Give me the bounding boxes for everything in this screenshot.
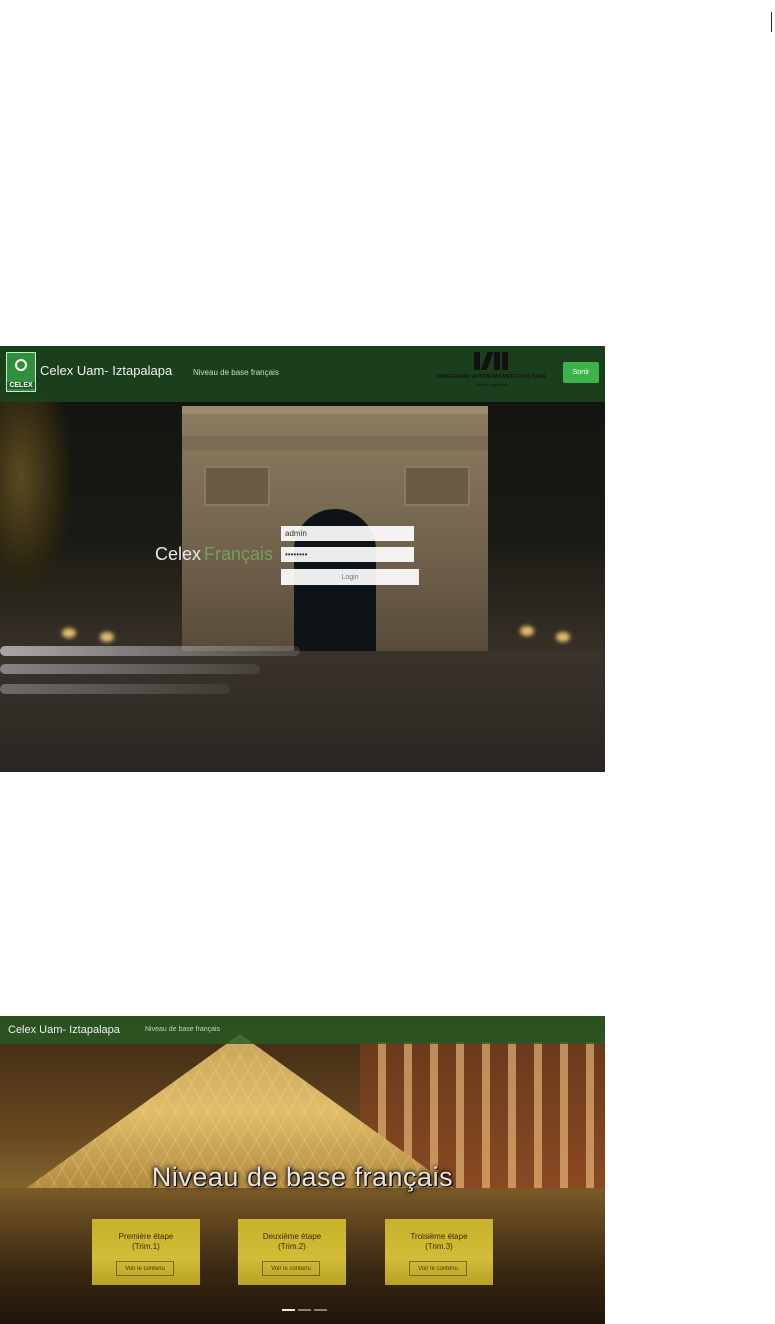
uam-logo-icon [474, 352, 508, 370]
hero-title: Niveau de base français [151, 1162, 454, 1192]
course-subtitle: Niveau de base français [193, 368, 279, 377]
exit-button[interactable]: Sortir [563, 362, 599, 383]
stage-subtitle: (Trim.1) [132, 1242, 160, 1251]
stage-card-1: Première étape (Trim.1) Voir le contenu [92, 1219, 200, 1285]
carousel-dot-3[interactable] [314, 1309, 327, 1311]
carousel-dot-1[interactable] [282, 1309, 295, 1311]
course-screenshot: Celex Uam- Iztapalapa Niveau de base fra… [0, 1016, 605, 1324]
hero-word-celex: Celex [155, 544, 202, 564]
celex-logo[interactable]: CELEX [6, 352, 36, 392]
view-content-button[interactable]: Voir le contenu [116, 1261, 174, 1276]
stage-subtitle: (Trim.3) [425, 1242, 453, 1251]
view-content-button[interactable]: Voir le contenu [262, 1261, 320, 1276]
course-subtitle: Niveau de base français [145, 1026, 221, 1033]
username-input[interactable] [281, 526, 414, 541]
stage-title: Deuxième étape [262, 1232, 322, 1241]
hero-word-francais: Français [204, 544, 274, 564]
view-content-button[interactable]: Voir le contenu [409, 1261, 467, 1276]
carousel-dot-2[interactable] [298, 1309, 311, 1311]
stage-title: Première étape [118, 1232, 174, 1241]
eye-logo-icon [15, 359, 27, 371]
brand-title[interactable]: Celex Uam- Iztapalapa [8, 1024, 120, 1036]
uam-logo: UNIVERSIDAD AUTÓNOMA METROPOLITANA Unida… [426, 352, 556, 392]
stage-card-3: Troisième étape (Trim.3) Voir le contenu [385, 1219, 493, 1285]
header-bar: CELEX Celex Uam- Iztapalapa Niveau de ba… [0, 346, 605, 402]
carousel-indicator [282, 1309, 332, 1313]
brand-title[interactable]: Celex Uam- Iztapalapa [40, 363, 172, 378]
logo-text: CELEX [7, 382, 35, 389]
header-bar: Celex Uam- Iztapalapa Niveau de base fra… [0, 1016, 605, 1044]
stage-title: Troisième étape [410, 1232, 468, 1241]
login-button[interactable]: Login [281, 569, 419, 585]
stage-card-2: Deuxième étape (Trim.2) Voir le contenu [238, 1219, 346, 1285]
page-edge-mark [771, 12, 772, 32]
tree-silhouette [0, 398, 70, 598]
login-screenshot: CELEX Celex Uam- Iztapalapa Niveau de ba… [0, 346, 605, 772]
password-input[interactable] [281, 547, 414, 562]
university-unit: Unidad Iztapalapa [474, 382, 508, 387]
stage-subtitle: (Trim.2) [278, 1242, 306, 1251]
university-name: UNIVERSIDAD AUTÓNOMA METROPOLITANA [436, 374, 546, 380]
